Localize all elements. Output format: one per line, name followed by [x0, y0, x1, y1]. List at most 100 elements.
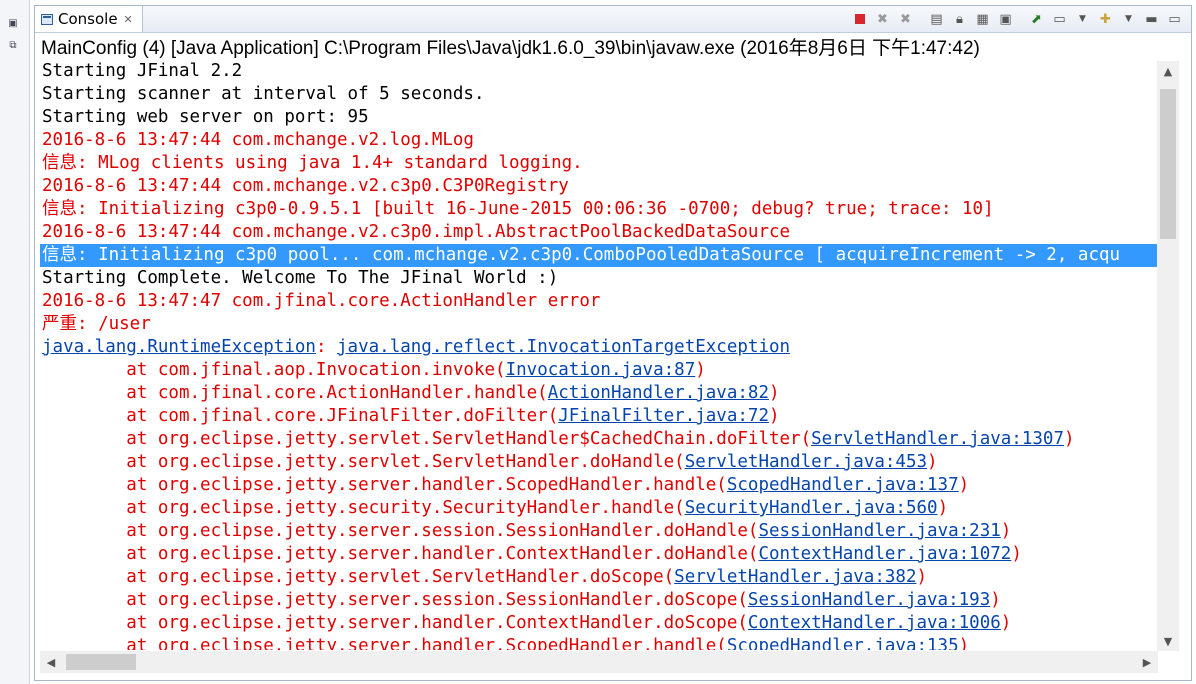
console-line: 严重: /user [42, 314, 151, 334]
remove-launch-icon[interactable]: ✖ [872, 9, 893, 29]
close-icon[interactable]: ✕ [124, 13, 133, 26]
console-line: Starting scanner at interval of 5 second… [42, 84, 485, 104]
scroll-left-icon[interactable]: ◀ [40, 651, 62, 673]
stack-frame-line: at org.eclipse.jetty.server.handler.Cont… [40, 612, 1162, 635]
source-link[interactable]: JFinalFilter.java:72 [558, 406, 769, 426]
show-stdout-icon[interactable]: ▣ [995, 9, 1016, 29]
source-link[interactable]: ScopedHandler.java:137 [727, 475, 959, 495]
stack-frame-text: at org.eclipse.jetty.server.handler.Scop… [42, 636, 727, 650]
stack-frame-text: at org.eclipse.jetty.server.session.Sess… [42, 521, 759, 541]
stack-frame-close: ) [958, 475, 970, 495]
restore-icon[interactable]: ▣ [3, 14, 23, 32]
stack-frame-close: ) [927, 452, 938, 472]
stack-frame-text: at org.eclipse.jetty.servlet.ServletHand… [42, 452, 685, 472]
source-link[interactable]: Invocation.java:87 [506, 360, 696, 380]
stack-frame-close: ) [916, 567, 928, 587]
stack-frame-line: at org.eclipse.jetty.server.handler.Cont… [40, 543, 1162, 566]
minimized-view-icon[interactable]: ⧉ [3, 36, 23, 54]
process-description: MainConfig (4) [Java Application] C:\Pro… [41, 37, 980, 59]
stack-frame-close: ) [768, 406, 780, 426]
scroll-down-icon[interactable]: ▼ [1157, 631, 1179, 651]
stack-frame-close: ) [1000, 613, 1012, 633]
stack-frame-text: at org.eclipse.jetty.server.handler.Cont… [42, 544, 759, 564]
stack-frame-line: at org.eclipse.jetty.servlet.ServletHand… [40, 566, 1162, 589]
exception-class-link[interactable]: java.lang.RuntimeException [42, 337, 316, 357]
source-link[interactable]: ActionHandler.java:82 [548, 383, 769, 403]
minimize-icon[interactable]: ▬ [1141, 9, 1162, 29]
stack-frame-line: at org.eclipse.jetty.servlet.ServletHand… [40, 451, 1162, 474]
stack-frame-text: at org.eclipse.jetty.server.handler.Scop… [42, 475, 727, 495]
console-line-selected: 信息: Initializing c3p0 pool... com.mchang… [40, 244, 1162, 267]
stack-frame-line: at org.eclipse.jetty.server.session.Sess… [40, 589, 1162, 612]
stack-frame-line: at org.eclipse.jetty.server.handler.Scop… [40, 635, 1162, 650]
console-line: Starting JFinal 2.2 [42, 61, 243, 81]
source-link[interactable]: ServletHandler.java:1307 [811, 429, 1064, 449]
stack-frame-close: ) [1011, 544, 1022, 564]
exception-separator: : [315, 337, 338, 357]
terminate-icon[interactable] [849, 9, 870, 29]
console-line: 信息: Initializing c3p0-0.9.5.1 [built 16-… [42, 199, 994, 219]
left-trim-stack: ▣ ⧉ [0, 0, 30, 684]
stack-frame-text: at org.eclipse.jetty.server.session.Sess… [42, 590, 748, 610]
stack-frame-line: at org.eclipse.jetty.server.session.Sess… [40, 520, 1162, 543]
stack-frame-close: ) [990, 590, 1001, 610]
stack-frame-text: at com.jfinal.core.ActionHandler.handle( [42, 383, 548, 403]
console-line: Starting Complete. Welcome To The JFinal… [42, 268, 559, 288]
stack-frame-text: at org.eclipse.jetty.server.handler.Cont… [42, 613, 748, 633]
tab-label: Console [58, 10, 118, 28]
source-link[interactable]: SecurityHandler.java:560 [685, 498, 938, 518]
maximize-icon[interactable]: ▭ [1164, 9, 1185, 29]
source-link[interactable]: ServletHandler.java:382 [674, 567, 916, 587]
console-line: 2016-8-6 13:47:44 com.mchange.v2.c3p0.C3… [42, 176, 569, 196]
exception-cause-link[interactable]: java.lang.reflect.InvocationTargetExcept… [337, 337, 790, 357]
stack-frame-text: at org.eclipse.jetty.security.SecurityHa… [42, 498, 685, 518]
stack-frame-text: at org.eclipse.jetty.servlet.ServletHand… [42, 429, 812, 449]
stack-frame-line: at org.eclipse.jetty.servlet.ServletHand… [40, 428, 1162, 451]
exception-line: java.lang.RuntimeException: java.lang.re… [40, 336, 1162, 359]
source-link[interactable]: ContextHandler.java:1006 [748, 613, 1001, 633]
word-wrap-icon[interactable]: ▦ [972, 9, 993, 29]
stack-frame-line: at org.eclipse.jetty.security.SecurityHa… [40, 497, 1162, 520]
open-console-icon[interactable]: ✚ [1095, 9, 1116, 29]
scroll-up-icon[interactable]: ▲ [1157, 61, 1179, 81]
display-selected-console-icon[interactable]: ▭ [1049, 9, 1070, 29]
tab-bar: Console ✕ ✖ ✖ ▤ 🔒︎ ▦ ▣ ⬈ ▭ ▼ ✚ ▼ ▬ ▭ [35, 6, 1191, 33]
console-line: 信息: MLog clients using java 1.4+ standar… [42, 153, 583, 173]
stack-frame-close: ) [1064, 429, 1075, 449]
console-output[interactable]: Starting JFinal 2.2 Starting scanner at i… [40, 60, 1162, 650]
scroll-lock-icon[interactable]: 🔒︎ [949, 9, 970, 29]
scroll-right-icon[interactable]: ▶ [1136, 651, 1158, 673]
stack-frame-close: ) [958, 636, 970, 650]
stack-frame-text: at com.jfinal.core.JFinalFilter.doFilter… [42, 406, 559, 426]
stack-frame-line: at org.eclipse.jetty.server.handler.Scop… [40, 474, 1162, 497]
horizontal-scrollbar[interactable]: ◀ ▶ [40, 651, 1158, 673]
stack-frame-line: at com.jfinal.core.ActionHandler.handle(… [40, 382, 1162, 405]
vertical-scroll-thumb[interactable] [1160, 89, 1176, 239]
stack-frame-close: ) [695, 360, 706, 380]
console-line: 2016-8-6 13:47:47 com.jfinal.core.Action… [42, 291, 601, 311]
console-toolbar: ✖ ✖ ▤ 🔒︎ ▦ ▣ ⬈ ▭ ▼ ✚ ▼ ▬ ▭ [849, 8, 1185, 30]
console-icon [41, 13, 53, 25]
console-view: Console ✕ ✖ ✖ ▤ 🔒︎ ▦ ▣ ⬈ ▭ ▼ ✚ ▼ ▬ ▭ Mai… [34, 5, 1192, 681]
console-line: 2016-8-6 13:47:44 com.mchange.v2.log.MLo… [42, 130, 474, 150]
stack-frame-close: ) [937, 498, 949, 518]
stack-frame-line: at com.jfinal.core.JFinalFilter.doFilter… [40, 405, 1162, 428]
horizontal-scroll-thumb[interactable] [66, 654, 136, 670]
remove-all-terminated-icon[interactable]: ✖ [895, 9, 916, 29]
source-link[interactable]: ScopedHandler.java:135 [727, 636, 959, 650]
stack-frame-line: at com.jfinal.aop.Invocation.invoke(Invo… [40, 359, 1162, 382]
vertical-scrollbar[interactable]: ▲ ▼ [1157, 61, 1179, 651]
stack-frame-close: ) [1000, 521, 1012, 541]
source-link[interactable]: SessionHandler.java:193 [748, 590, 990, 610]
tab-console[interactable]: Console ✕ [35, 6, 143, 32]
source-link[interactable]: ContextHandler.java:1072 [758, 544, 1011, 564]
source-link[interactable]: ServletHandler.java:453 [685, 452, 927, 472]
stack-frame-text: at org.eclipse.jetty.servlet.ServletHand… [42, 567, 675, 587]
toolbar-separator [1018, 9, 1024, 29]
source-link[interactable]: SessionHandler.java:231 [758, 521, 1000, 541]
pin-console-icon[interactable]: ⬈ [1026, 9, 1047, 29]
stack-frame-text: at com.jfinal.aop.Invocation.invoke( [42, 360, 506, 380]
dropdown-arrow-icon[interactable]: ▼ [1072, 9, 1093, 29]
clear-console-icon[interactable]: ▤ [926, 9, 947, 29]
dropdown-arrow-icon[interactable]: ▼ [1118, 9, 1139, 29]
